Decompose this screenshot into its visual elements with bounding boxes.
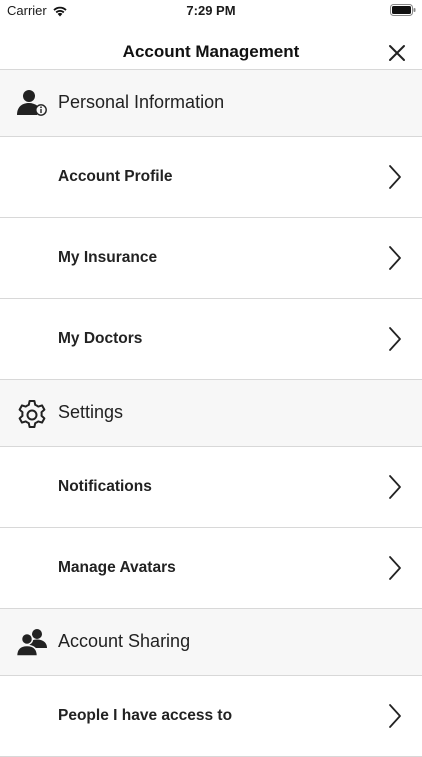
section-label: Settings: [58, 402, 124, 422]
gear-icon: [18, 400, 46, 428]
chevron-right-icon: [389, 246, 401, 270]
list-item-label: Manage Avatars: [58, 559, 176, 576]
section-header-account-sharing: Account Sharing: [0, 609, 422, 676]
list-item-my-insurance[interactable]: My Insurance: [0, 218, 422, 299]
chevron-right-icon: [389, 327, 401, 351]
list-item-label: Account Profile: [58, 168, 173, 185]
list-item-account-profile[interactable]: Account Profile: [0, 137, 422, 218]
section-header-personal-information: Personal Information: [0, 70, 422, 137]
chevron-right-icon: [389, 704, 401, 728]
close-icon[interactable]: [388, 44, 406, 62]
battery-icon: [390, 4, 416, 16]
status-time: 7:29 PM: [186, 3, 236, 18]
page-title: Account Management: [122, 42, 300, 61]
list-item-manage-avatars[interactable]: Manage Avatars: [0, 528, 422, 609]
list-item-label: My Insurance: [58, 249, 158, 266]
chevron-right-icon: [389, 165, 401, 189]
list-item-label: Notifications: [58, 478, 152, 495]
settings-list: Personal Information Account Profile My …: [0, 70, 422, 757]
list-item-notifications[interactable]: Notifications: [0, 447, 422, 528]
chevron-right-icon: [389, 475, 401, 499]
list-item-label: My Doctors: [58, 330, 143, 347]
status-bar: Carrier 7:29 PM: [0, 0, 422, 22]
navigation-bar: Account Management: [0, 34, 422, 70]
chevron-right-icon: [389, 556, 401, 580]
list-item-my-doctors[interactable]: My Doctors: [0, 299, 422, 380]
list-item-people-i-have-access-to[interactable]: People I have access to: [0, 676, 422, 757]
person-info-icon: [17, 90, 47, 116]
section-label: Account Sharing: [58, 631, 191, 651]
section-label: Personal Information: [58, 92, 225, 112]
list-item-label: People I have access to: [58, 707, 233, 724]
section-header-settings: Settings: [0, 380, 422, 447]
people-icon: [16, 629, 47, 657]
